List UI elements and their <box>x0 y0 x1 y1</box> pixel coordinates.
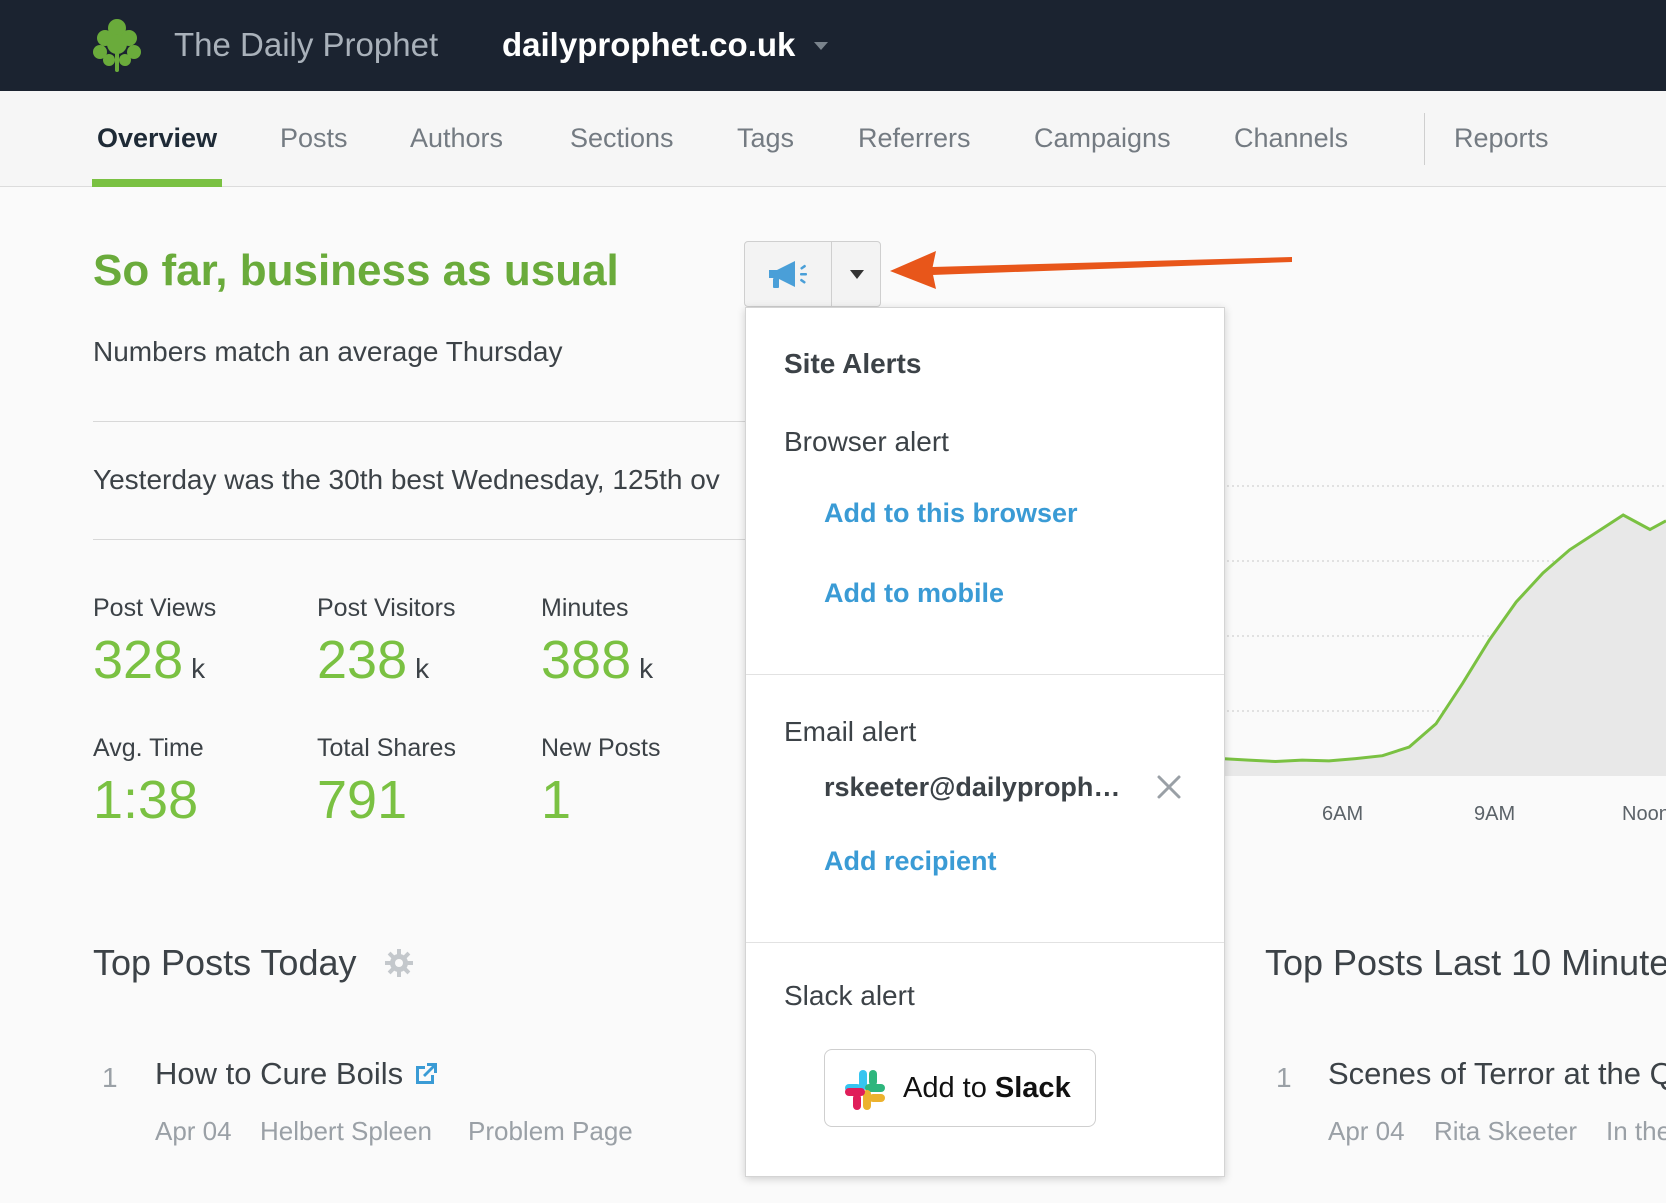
tab-tags[interactable]: Tags <box>737 123 794 154</box>
x-tick-label: 6AM <box>1322 803 1364 825</box>
alerts-button[interactable] <box>744 241 832 307</box>
post-rank: 1 <box>1276 1062 1292 1093</box>
stat-label: Total Shares <box>317 734 456 762</box>
slack-button-prefix: Add to <box>903 1072 987 1104</box>
stat-label: Post Views <box>93 594 217 622</box>
tab-campaigns[interactable]: Campaigns <box>1034 123 1171 154</box>
stat-unit: k <box>415 653 430 684</box>
post-date: Apr 04 <box>1328 1116 1405 1146</box>
email-alert-label: Email alert <box>784 716 917 747</box>
stat-new-posts[interactable]: New Posts 1 <box>541 734 761 831</box>
tab-posts[interactable]: Posts <box>280 123 348 154</box>
post-author-link[interactable]: Helbert Spleen <box>260 1116 432 1147</box>
megaphone-icon <box>769 261 807 288</box>
chevron-down-icon[interactable] <box>814 42 828 50</box>
menu-divider <box>746 942 1224 943</box>
tab-sections[interactable]: Sections <box>570 123 674 154</box>
slack-alert-label: Slack alert <box>784 980 915 1011</box>
stat-label: Avg. Time <box>93 734 204 762</box>
caret-down-icon <box>850 270 864 279</box>
top-posts-10min-title: Top Posts Last 10 Minute <box>1265 942 1666 983</box>
post-title-link[interactable]: Scenes of Terror at the Q <box>1328 1056 1666 1092</box>
post-section-link[interactable]: Problem Page <box>468 1116 633 1147</box>
brand-name[interactable]: The Daily Prophet <box>174 26 438 64</box>
add-to-slack-button[interactable]: Add to Slack <box>824 1049 1096 1127</box>
post-date: Apr 04 <box>155 1116 232 1146</box>
nav-divider <box>1424 113 1425 165</box>
tab-referrers[interactable]: Referrers <box>858 123 971 154</box>
top-bar: The Daily Prophet dailyprophet.co.uk <box>0 0 1666 91</box>
post-author-link[interactable]: Rita Skeeter <box>1434 1116 1577 1147</box>
alerts-dropdown-toggle[interactable] <box>831 241 881 307</box>
post-title-link[interactable]: How to Cure Boils <box>155 1056 403 1092</box>
stat-label: New Posts <box>541 734 661 762</box>
status-subline: Numbers match an average Thursday <box>93 336 563 367</box>
stat-total-shares[interactable]: Total Shares 791 <box>317 734 537 831</box>
top-posts-today-title: Top Posts Today <box>93 942 357 983</box>
stat-label: Post Visitors <box>317 594 456 622</box>
add-to-browser-link[interactable]: Add to this browser <box>824 498 1078 529</box>
x-tick-label: Noon <box>1622 803 1666 825</box>
stat-minutes[interactable]: Minutes 388 k <box>541 594 761 691</box>
browser-alert-label: Browser alert <box>784 426 949 457</box>
stat-label: Minutes <box>541 594 629 622</box>
main-nav: Overview Posts Authors Sections Tags Ref… <box>0 91 1666 187</box>
divider <box>93 539 753 540</box>
menu-divider <box>746 674 1224 675</box>
email-recipient: rskeeter@dailyproph… <box>824 772 1121 802</box>
status-headline: So far, business as usual <box>93 246 619 295</box>
stat-post-visitors[interactable]: Post Visitors 238 k <box>317 594 537 691</box>
divider <box>93 421 753 422</box>
tab-authors[interactable]: Authors <box>410 123 503 154</box>
stat-value: 791 <box>317 770 408 830</box>
stat-value: 328 <box>93 630 184 690</box>
parsley-leaf-icon[interactable] <box>90 16 144 74</box>
slack-button-brand: Slack <box>994 1072 1071 1104</box>
site-domain-selector[interactable]: dailyprophet.co.uk <box>502 26 795 64</box>
chart-area-fill <box>1222 515 1666 776</box>
yesterday-ranking: Yesterday was the 30th best Wednesday, 1… <box>93 464 720 495</box>
close-icon[interactable] <box>1156 774 1182 800</box>
slack-button-label: Add to Slack <box>903 1072 1071 1105</box>
stat-unit: k <box>191 653 206 684</box>
site-alerts-menu: Site Alerts Browser alert Add to this br… <box>745 307 1225 1177</box>
active-tab-indicator <box>92 179 222 187</box>
slack-logo-icon <box>845 1070 885 1110</box>
external-link-icon[interactable] <box>412 1060 440 1088</box>
add-to-mobile-link[interactable]: Add to mobile <box>824 578 1004 609</box>
stat-avg-time[interactable]: Avg. Time 1:38 <box>93 734 313 831</box>
site-alerts-title: Site Alerts <box>784 348 922 379</box>
stat-post-views[interactable]: Post Views 328 k <box>93 594 313 691</box>
post-rank: 1 <box>102 1062 118 1093</box>
gear-icon[interactable] <box>384 948 414 978</box>
post-section-link[interactable]: In the <box>1606 1116 1666 1147</box>
tab-reports[interactable]: Reports <box>1454 123 1549 154</box>
traffic-area-chart <box>1222 485 1666 776</box>
add-recipient-link[interactable]: Add recipient <box>824 846 997 877</box>
stat-value: 388 <box>541 630 632 690</box>
stat-value: 238 <box>317 630 408 690</box>
tab-channels[interactable]: Channels <box>1234 123 1348 154</box>
stat-value: 1:38 <box>93 770 199 830</box>
tab-overview[interactable]: Overview <box>97 123 217 154</box>
stat-value: 1 <box>541 770 572 830</box>
x-tick-label: 9AM <box>1474 803 1516 825</box>
stat-unit: k <box>639 653 654 684</box>
annotation-arrow-icon <box>890 251 1292 289</box>
